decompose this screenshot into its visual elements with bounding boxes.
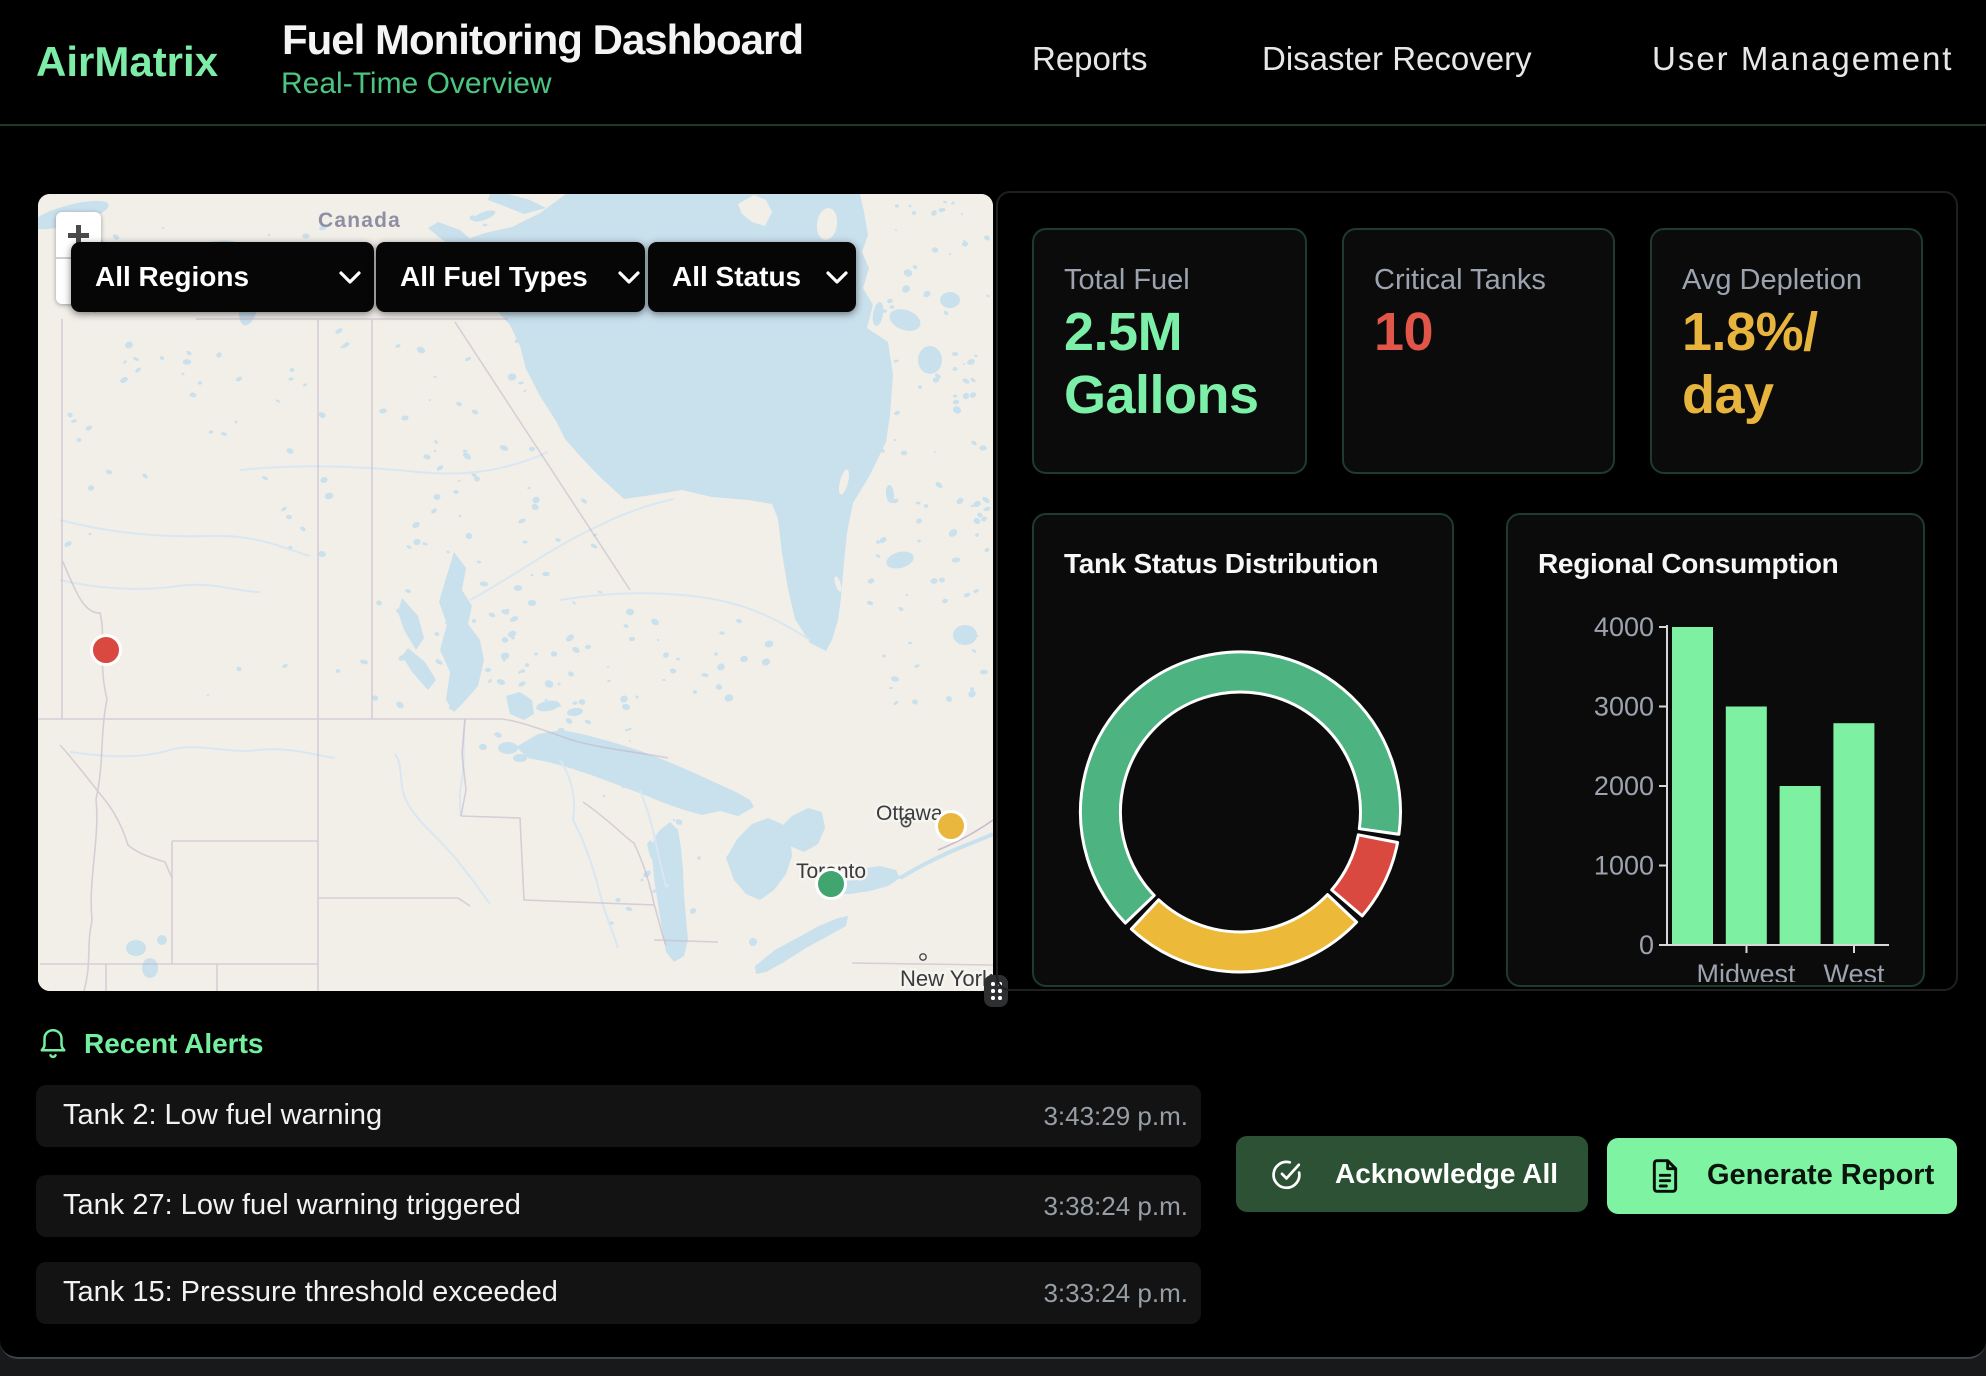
svg-text:New York: New York bbox=[900, 966, 993, 991]
svg-text:1000: 1000 bbox=[1594, 851, 1654, 881]
svg-text:3000: 3000 bbox=[1594, 692, 1654, 722]
svg-text:4000: 4000 bbox=[1594, 612, 1654, 642]
svg-text:0: 0 bbox=[1639, 930, 1654, 960]
svg-text:2000: 2000 bbox=[1594, 771, 1654, 801]
svg-text:Midwest: Midwest bbox=[1696, 959, 1796, 982]
svg-text:West: West bbox=[1823, 959, 1885, 982]
svg-text:Canada: Canada bbox=[318, 209, 401, 232]
svg-text:Ottawa: Ottawa bbox=[876, 802, 943, 825]
